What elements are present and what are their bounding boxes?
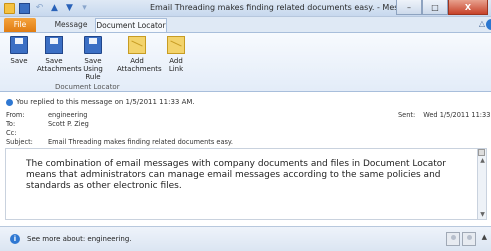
tab-message[interactable]: Message [50, 18, 92, 32]
undo-icon[interactable]: ↶ [34, 3, 45, 14]
save-rule-icon [84, 36, 102, 54]
add-link-button[interactable]: Add Link [164, 36, 188, 73]
to-value[interactable]: Scott P. Zieg [48, 120, 89, 128]
message-body[interactable]: The combination of email messages with c… [5, 148, 487, 220]
save-icon [10, 36, 28, 54]
body-scrollbar[interactable]: ▲ ▼ [477, 149, 486, 219]
add-attachments-icon [128, 36, 146, 54]
collapse-ribbon-icon[interactable]: △ [479, 19, 485, 28]
from-label: From: [6, 111, 25, 119]
minimize-button[interactable]: – [396, 0, 422, 15]
subject-row: Subject: Email Threading makes finding re… [6, 138, 233, 146]
close-button[interactable]: X [448, 0, 488, 15]
sent-label: Sent: [398, 111, 416, 119]
save-label: Save [10, 57, 28, 65]
save-using-rule-label: Save Using Rule [83, 57, 103, 81]
quick-access-toolbar: ↶ ▲ ▼ ▾ [4, 2, 90, 15]
avatar-icon[interactable] [446, 232, 460, 246]
info-icon [6, 98, 13, 106]
to-label: To: [6, 120, 16, 128]
tab-file[interactable]: File [4, 18, 36, 32]
add-link-icon [167, 36, 185, 54]
outlook-app-icon[interactable] [4, 3, 15, 14]
help-icon[interactable] [486, 19, 491, 30]
save-button[interactable]: Save [6, 36, 32, 65]
window-controls: – □ X [396, 0, 488, 15]
save-icon[interactable] [19, 3, 30, 14]
scroll-pane-icon [478, 149, 485, 156]
add-attachments-label: Add Attachments [117, 57, 162, 73]
reply-info-text: You replied to this message on 1/5/2011 … [16, 98, 195, 106]
tab-document-locator[interactable]: Document Locator [95, 18, 167, 32]
save-using-rule-button[interactable]: Save Using Rule [76, 36, 110, 81]
scroll-up-icon[interactable]: ▲ [478, 157, 487, 165]
title-bar: ↶ ▲ ▼ ▾ Email Threading makes finding re… [0, 0, 491, 17]
ribbon-tabs: File Message Document Locator △ [0, 17, 491, 32]
cc-row: Cc: [6, 129, 48, 137]
subject-label: Subject: [6, 138, 33, 146]
up-arrow-icon[interactable]: ▲ [49, 3, 60, 14]
sent-row: Sent: Wed 1/5/2011 11:33 AM [398, 111, 491, 119]
to-row: To: Scott P. Zieg [6, 120, 89, 128]
from-row: From: engineering [6, 111, 87, 119]
from-value[interactable]: engineering [48, 111, 87, 119]
cc-label: Cc: [6, 129, 17, 137]
add-link-label: Add Link [168, 57, 184, 73]
subject-value: Email Threading makes finding related do… [48, 138, 233, 146]
message-body-text: The combination of email messages with c… [26, 159, 446, 191]
scroll-down-icon[interactable]: ▼ [478, 211, 487, 219]
maximize-button[interactable]: □ [422, 0, 448, 15]
sent-value: Wed 1/5/2011 11:33 AM [423, 111, 491, 119]
expand-people-pane-icon[interactable]: ▲ [482, 233, 487, 241]
save-attachments-label: Save Attachments [37, 57, 82, 73]
save-attachments-button[interactable]: Save Attachments [37, 36, 82, 73]
down-arrow-icon[interactable]: ▼ [64, 3, 75, 14]
see-more-text[interactable]: See more about: engineering. [27, 235, 132, 243]
reply-info: You replied to this message on 1/5/2011 … [6, 98, 195, 106]
ribbon: Save Save Attachments Save Using Rule Ad… [0, 32, 491, 92]
people-pane-bar: i See more about: engineering. ▲ [0, 226, 491, 251]
add-attachments-button[interactable]: Add Attachments [117, 36, 162, 73]
customize-toolbar-icon[interactable]: ▾ [79, 3, 90, 14]
info-icon: i [10, 234, 20, 244]
save-attachments-icon [45, 36, 63, 54]
ribbon-group-label: Document Locator [55, 83, 120, 91]
avatar-icon[interactable] [462, 232, 476, 246]
